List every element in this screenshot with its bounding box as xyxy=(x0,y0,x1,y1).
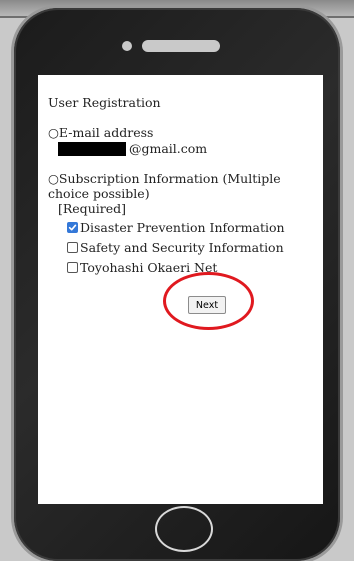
phone-screen: User Registration ○E-mail address @gmail… xyxy=(38,75,323,504)
option-label: Safety and Security Information xyxy=(80,239,284,255)
redacted-email-block xyxy=(58,142,126,156)
email-label: ○E-mail address xyxy=(48,125,154,140)
phone-frame: User Registration ○E-mail address @gmail… xyxy=(14,8,340,561)
checkbox-icon[interactable] xyxy=(67,241,78,253)
checkbox-checked-icon[interactable] xyxy=(67,221,78,233)
option-safety-security[interactable]: Safety and Security Information xyxy=(67,238,284,256)
subscription-label: ○Subscription Information (Multiple choi… xyxy=(48,171,281,201)
next-button[interactable]: Next xyxy=(188,296,226,314)
option-label: Toyohashi Okaeri Net xyxy=(80,259,218,275)
page-title: User Registration xyxy=(48,95,161,110)
required-label: [Required] xyxy=(58,201,126,216)
option-label: Disaster Prevention Information xyxy=(80,219,285,235)
speaker-icon xyxy=(142,40,220,52)
option-toyohashi-okaeri-net[interactable]: Toyohashi Okaeri Net xyxy=(67,258,217,276)
email-domain: @gmail.com xyxy=(129,141,208,156)
home-button[interactable] xyxy=(155,506,213,552)
option-disaster-prevention[interactable]: Disaster Prevention Information xyxy=(67,218,285,236)
checkbox-icon[interactable] xyxy=(67,261,78,273)
camera-icon xyxy=(122,41,132,51)
